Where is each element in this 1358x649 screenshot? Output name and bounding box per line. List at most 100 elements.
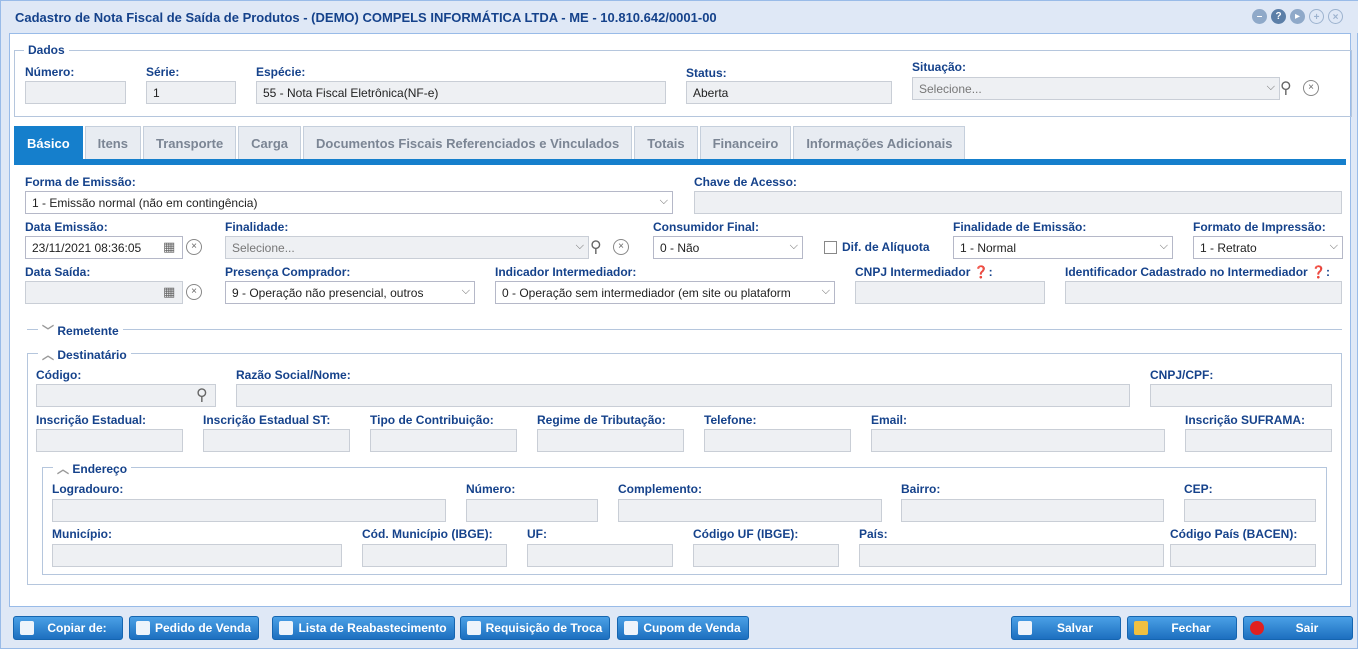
finalidade-combo[interactable]: Selecione... ⌵ bbox=[225, 236, 589, 259]
minimize-icon[interactable]: – bbox=[1252, 9, 1267, 24]
tab-basico[interactable]: Básico bbox=[14, 126, 83, 159]
data-saida-field[interactable] bbox=[25, 281, 183, 304]
chevron-down-icon[interactable]: ﹀ bbox=[42, 324, 54, 338]
clear-icon[interactable]: × bbox=[1303, 80, 1319, 96]
document-icon bbox=[279, 621, 293, 635]
copy-icon bbox=[624, 621, 638, 635]
cnpj-cpf-field[interactable] bbox=[1150, 384, 1332, 407]
cupom-venda-button[interactable]: Cupom de Venda bbox=[617, 616, 749, 640]
indicador-combo[interactable]: 0 - Operação sem intermediador (em site … bbox=[495, 281, 835, 304]
info-icon[interactable]: ❓ bbox=[1311, 265, 1326, 279]
status-field[interactable]: Aberta bbox=[686, 81, 892, 104]
tab-itens[interactable]: Itens bbox=[84, 126, 141, 159]
pedido-venda-button[interactable]: Pedido de Venda bbox=[129, 616, 259, 640]
tab-financeiro[interactable]: Financeiro bbox=[699, 126, 792, 159]
close-icon[interactable]: × bbox=[1328, 9, 1343, 24]
chevron-down-icon[interactable]: ⌵ bbox=[1160, 240, 1168, 253]
play-icon[interactable]: ▸ bbox=[1290, 9, 1305, 24]
finalidade-placeholder: Selecione... bbox=[232, 241, 295, 255]
sair-button[interactable]: Sair bbox=[1243, 616, 1353, 640]
uf-field[interactable] bbox=[527, 544, 673, 567]
cod-municipio-field[interactable] bbox=[362, 544, 507, 567]
search-icon[interactable]: ⚲ bbox=[590, 237, 602, 257]
copy-icon bbox=[136, 621, 150, 635]
finalidade-emissao-value: 1 - Normal bbox=[960, 241, 1017, 255]
search-icon[interactable]: ⚲ bbox=[196, 385, 208, 405]
calendar-icon[interactable]: ▦ bbox=[163, 284, 175, 300]
identificador-field[interactable] bbox=[1065, 281, 1342, 304]
numero-field[interactable] bbox=[25, 81, 126, 104]
suframa-label: Inscrição SUFRAMA: bbox=[1185, 413, 1306, 427]
finalidade-emissao-combo[interactable]: 1 - Normal ⌵ bbox=[953, 236, 1173, 259]
tab-totais[interactable]: Totais bbox=[634, 126, 698, 159]
chevron-down-icon[interactable]: ⌵ bbox=[576, 240, 584, 253]
situacao-combo[interactable]: Selecione... ⌵ bbox=[912, 77, 1280, 100]
fechar-button[interactable]: Fechar bbox=[1127, 616, 1237, 640]
email-field[interactable] bbox=[871, 429, 1165, 452]
complemento-field[interactable] bbox=[618, 499, 882, 522]
search-icon[interactable]: ⚲ bbox=[1280, 78, 1292, 98]
data-emissao-field[interactable]: 23/11/2021 08:36:05 bbox=[25, 236, 183, 259]
serie-field[interactable]: 1 bbox=[146, 81, 236, 104]
especie-field[interactable]: 55 - Nota Fiscal Eletrônica(NF-e) bbox=[256, 81, 666, 104]
chevron-up-icon[interactable]: ︿ bbox=[57, 462, 69, 476]
requisicao-troca-button[interactable]: Requisição de Troca bbox=[460, 616, 610, 640]
calendar-icon[interactable]: ▦ bbox=[163, 239, 175, 255]
dados-legend: Dados bbox=[24, 43, 69, 57]
chevron-down-icon[interactable]: ⌵ bbox=[1267, 81, 1275, 94]
tipo-contribuicao-field[interactable] bbox=[370, 429, 517, 452]
chevron-down-icon[interactable]: ⌵ bbox=[790, 240, 798, 253]
regime-field[interactable] bbox=[537, 429, 684, 452]
codigo-field[interactable] bbox=[36, 384, 216, 407]
chave-acesso-field[interactable] bbox=[694, 191, 1342, 214]
remetente-legend[interactable]: ﹀ Remetente bbox=[38, 322, 123, 339]
destinatario-legend[interactable]: ︿ Destinatário bbox=[38, 346, 131, 363]
tab-informacoes[interactable]: Informações Adicionais bbox=[793, 126, 966, 159]
consumidor-final-combo[interactable]: 0 - Não ⌵ bbox=[653, 236, 803, 259]
cnpj-intermediador-field[interactable] bbox=[855, 281, 1045, 304]
info-icon[interactable]: ❓ bbox=[974, 265, 989, 279]
logradouro-field[interactable] bbox=[52, 499, 446, 522]
ie-field[interactable] bbox=[36, 429, 183, 452]
restore-icon[interactable]: + bbox=[1309, 9, 1324, 24]
pais-field[interactable] bbox=[859, 544, 1164, 567]
chevron-down-icon[interactable]: ⌵ bbox=[462, 285, 470, 298]
chevron-down-icon[interactable]: ⌵ bbox=[1330, 240, 1338, 253]
codigo-uf-field[interactable] bbox=[693, 544, 839, 567]
chevron-down-icon[interactable]: ⌵ bbox=[660, 195, 668, 208]
help-icon[interactable]: ? bbox=[1271, 9, 1286, 24]
tab-carga[interactable]: Carga bbox=[238, 126, 302, 159]
presenca-combo[interactable]: 9 - Operação não presencial, outros ⌵ bbox=[225, 281, 475, 304]
formato-impressao-combo[interactable]: 1 - Retrato ⌵ bbox=[1193, 236, 1343, 259]
copiar-de-button[interactable]: Copiar de: bbox=[13, 616, 123, 640]
suframa-field[interactable] bbox=[1185, 429, 1332, 452]
dif-aliquota-checkbox[interactable] bbox=[824, 241, 837, 254]
bairro-field[interactable] bbox=[901, 499, 1164, 522]
codigo-pais-label: Código País (BACEN): bbox=[1170, 527, 1298, 541]
clear-date-icon[interactable]: × bbox=[186, 239, 202, 255]
chevron-down-icon[interactable]: ⌵ bbox=[822, 285, 830, 298]
chevron-up-icon[interactable]: ︿ bbox=[42, 348, 54, 362]
tab-underline bbox=[14, 159, 1346, 165]
clear-date-icon[interactable]: × bbox=[186, 284, 202, 300]
cep-field[interactable] bbox=[1184, 499, 1316, 522]
ie-st-field[interactable] bbox=[203, 429, 350, 452]
municipio-field[interactable] bbox=[52, 544, 342, 567]
salvar-button[interactable]: Salvar bbox=[1011, 616, 1121, 640]
form-body: Dados Número: Série: 1 Espécie: 55 - Not… bbox=[9, 33, 1352, 607]
telefone-field[interactable] bbox=[704, 429, 851, 452]
forma-emissao-combo[interactable]: 1 - Emissão normal (não em contingência)… bbox=[25, 191, 673, 214]
window-tools: – ? ▸ + × bbox=[1252, 9, 1343, 24]
end-numero-field[interactable] bbox=[466, 499, 598, 522]
telefone-label: Telefone: bbox=[704, 413, 757, 427]
lista-reabastecimento-button[interactable]: Lista de Reabastecimento bbox=[272, 616, 455, 640]
razao-field[interactable] bbox=[236, 384, 1130, 407]
endereco-legend[interactable]: ︿ Endereço bbox=[53, 460, 132, 477]
tab-documentos[interactable]: Documentos Fiscais Referenciados e Vincu… bbox=[303, 126, 633, 159]
clear-icon[interactable]: × bbox=[613, 239, 629, 255]
dif-aliquota-label[interactable]: Dif. de Alíquota bbox=[842, 240, 930, 254]
tab-transporte[interactable]: Transporte bbox=[142, 126, 237, 159]
document-icon bbox=[467, 621, 481, 635]
codigo-pais-field[interactable] bbox=[1170, 544, 1316, 567]
identificador-label: Identificador Cadastrado no Intermediado… bbox=[1065, 265, 1330, 279]
